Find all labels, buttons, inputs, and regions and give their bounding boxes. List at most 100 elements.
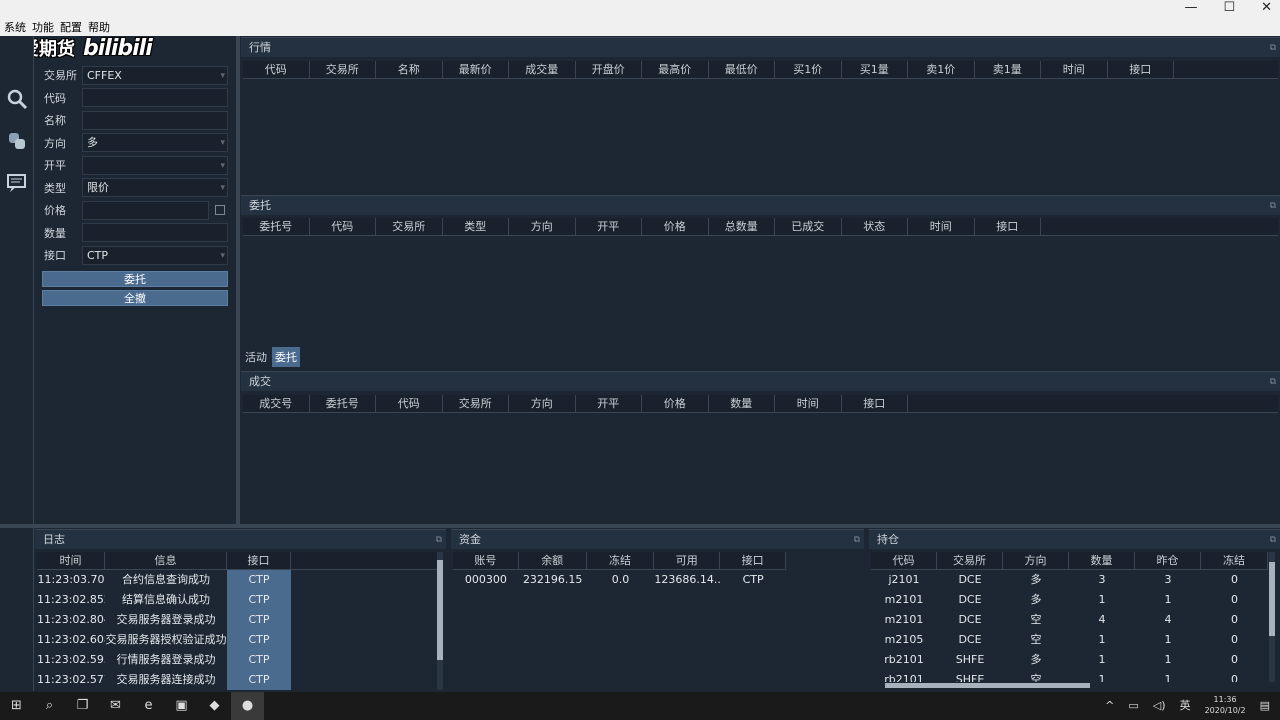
cancel-all-button[interactable]: 全撤 [42, 289, 228, 306]
column-header[interactable]: 委托号 [310, 395, 376, 413]
table-row[interactable]: 11:23:03.70 合约信息查询成功 CTP [37, 570, 437, 590]
search-icon[interactable]: ⌕ [33, 692, 66, 720]
column-header[interactable]: 方向 [509, 395, 576, 413]
column-header[interactable]: 方向 [509, 218, 576, 236]
column-header[interactable]: 类型 [443, 218, 509, 236]
chat-icon[interactable] [2, 168, 32, 198]
column-header[interactable]: 数量 [709, 395, 775, 413]
float-icon[interactable]: ⧉ [1270, 372, 1276, 392]
column-header[interactable]: 价格 [642, 218, 709, 236]
float-icon[interactable]: ⧉ [1270, 196, 1276, 216]
column-header[interactable]: 交易所 [937, 552, 1003, 570]
minimize-button[interactable]: — [1184, 0, 1197, 15]
menu-config[interactable]: 配置 [60, 19, 82, 35]
table-row[interactable]: rb2101 SHFE 多 1 1 0 [871, 650, 1268, 670]
edge-icon[interactable]: e [132, 692, 165, 720]
column-header[interactable]: 代码 [871, 552, 937, 570]
column-header[interactable]: 冻结 [587, 552, 655, 570]
exchange-select[interactable]: CFFEX ▾ [82, 65, 228, 85]
column-header[interactable]: 买1量 [842, 61, 908, 79]
column-header[interactable]: 买1价 [775, 61, 842, 79]
menu-system[interactable]: 系统 [4, 19, 26, 35]
send-order-button[interactable]: 委托 [42, 270, 228, 287]
column-header[interactable]: 可用 [654, 552, 721, 570]
log-scrollbar[interactable] [437, 552, 443, 690]
splitter[interactable] [0, 524, 1280, 528]
column-header[interactable]: 账号 [453, 552, 519, 570]
tray-ime-icon[interactable]: 英 [1180, 697, 1191, 713]
column-header[interactable]: 时间 [908, 218, 975, 236]
column-header[interactable]: 交易所 [310, 61, 376, 79]
column-header[interactable]: 信息 [105, 552, 227, 570]
column-header[interactable]: 成交号 [243, 395, 310, 413]
gateway-select[interactable]: CTP ▾ [82, 245, 228, 265]
taskview-icon[interactable]: ❐ [66, 692, 99, 720]
table-row[interactable]: m2101 DCE 多 1 1 0 [871, 590, 1268, 610]
store-icon[interactable]: ▣ [165, 692, 198, 720]
volume-input[interactable] [82, 223, 228, 243]
tab-orders[interactable]: 委托 [272, 347, 300, 367]
column-header[interactable]: 代码 [310, 218, 376, 236]
code-input[interactable] [82, 88, 228, 108]
column-header[interactable]: 委托号 [243, 218, 310, 236]
column-header[interactable]: 名称 [376, 61, 443, 79]
column-header[interactable]: 交易所 [376, 218, 443, 236]
position-scrollbar[interactable] [1269, 552, 1275, 682]
float-icon[interactable]: ⧉ [436, 530, 442, 550]
column-header[interactable]: 最高价 [642, 61, 709, 79]
column-header[interactable]: 时间 [37, 552, 105, 570]
tray-volume-icon[interactable]: ◁) [1153, 699, 1166, 712]
column-header[interactable]: 代码 [376, 395, 443, 413]
column-header[interactable]: 接口 [227, 552, 291, 570]
column-header[interactable]: 已成交 [775, 218, 842, 236]
column-header[interactable]: 方向 [1003, 552, 1069, 570]
tab-active[interactable]: 活动 [242, 347, 270, 367]
table-row[interactable]: 11:23:02.852 结算信息确认成功 CTP [37, 590, 437, 610]
maximize-button[interactable]: ☐ [1223, 0, 1235, 15]
scroll-thumb[interactable] [1269, 562, 1275, 636]
column-header[interactable]: 开盘价 [576, 61, 642, 79]
direction-select[interactable]: 多 ▾ [82, 133, 228, 153]
offset-select[interactable]: ▾ [82, 155, 228, 175]
price-input[interactable] [82, 200, 209, 220]
column-header[interactable]: 最新价 [443, 61, 509, 79]
column-header[interactable]: 余额 [519, 552, 587, 570]
vscode-icon[interactable]: ◆ [198, 692, 231, 720]
float-icon[interactable]: ⧉ [854, 530, 860, 550]
column-header[interactable]: 数量 [1069, 552, 1135, 570]
table-row[interactable]: m2105 DCE 空 1 1 0 [871, 630, 1268, 650]
notification-icon[interactable]: ▤ [1260, 699, 1270, 712]
menu-function[interactable]: 功能 [32, 19, 54, 35]
clock[interactable]: 11:36 2020/10/2 [1205, 694, 1246, 716]
column-header[interactable]: 最低价 [709, 61, 775, 79]
python-icon[interactable] [2, 126, 32, 156]
tray-chevron-icon[interactable]: ^ [1105, 699, 1114, 712]
column-header[interactable]: 接口 [720, 552, 786, 570]
column-header[interactable]: 成交量 [509, 61, 576, 79]
column-header[interactable]: 时间 [775, 395, 842, 413]
table-row[interactable]: j2101 DCE 多 3 3 0 [871, 570, 1268, 590]
windows-icon[interactable]: ⊞ [0, 692, 33, 720]
column-header[interactable]: 昨仓 [1135, 552, 1201, 570]
search-icon[interactable] [2, 84, 32, 114]
column-header[interactable]: 卖1价 [908, 61, 975, 79]
splitter[interactable] [236, 36, 240, 524]
scroll-thumb[interactable] [437, 560, 443, 660]
column-header[interactable]: 时间 [1041, 61, 1108, 79]
column-header[interactable]: 交易所 [443, 395, 509, 413]
column-header[interactable]: 卖1量 [975, 61, 1041, 79]
table-row[interactable]: 11:23:02.593 行情服务器登录成功 CTP [37, 650, 437, 670]
column-header[interactable]: 开平 [576, 395, 642, 413]
position-hscrollbar[interactable] [885, 683, 1090, 688]
column-header[interactable]: 状态 [842, 218, 908, 236]
column-header[interactable]: 接口 [975, 218, 1041, 236]
vnstation-icon[interactable]: ● [231, 692, 264, 720]
column-header[interactable]: 开平 [576, 218, 642, 236]
price-checkbox[interactable] [215, 205, 225, 216]
table-row[interactable]: 11:23:02.608 交易服务器授权验证成功 CTP [37, 630, 437, 650]
type-select[interactable]: 限价 ▾ [82, 178, 228, 198]
tray-network-icon[interactable]: ▭ [1128, 699, 1138, 712]
table-row[interactable]: rb2101 SHFE 空 1 1 0 [871, 670, 1268, 682]
float-icon[interactable]: ⧉ [1270, 38, 1276, 58]
table-row[interactable]: 11:23:02.577 交易服务器连接成功 CTP [37, 670, 437, 690]
